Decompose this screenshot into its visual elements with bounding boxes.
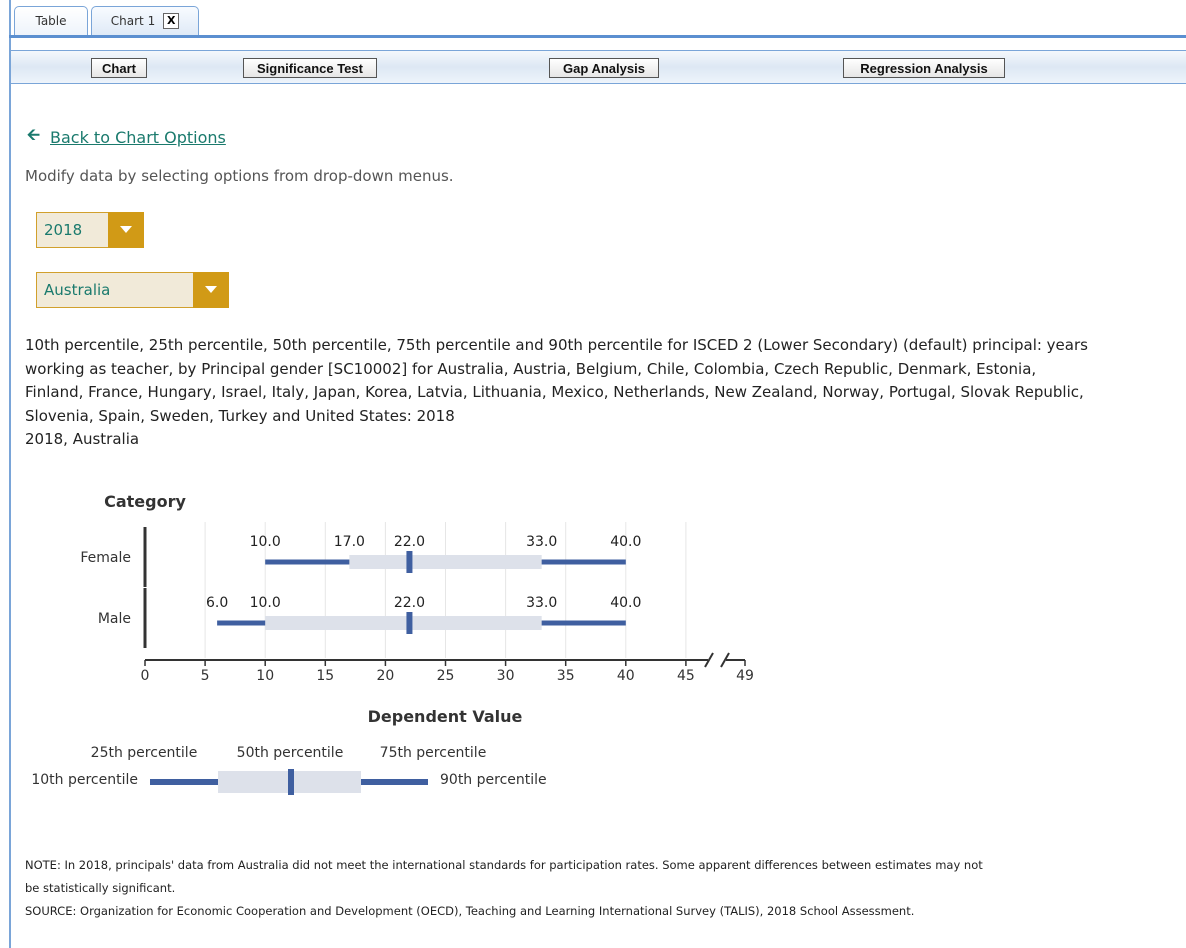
- chart-legend: 25th percentile 50th percentile 75th perce…: [31, 745, 547, 795]
- gap-analysis-button[interactable]: Gap Analysis: [549, 58, 659, 78]
- tab-chart-1[interactable]: Chart 1 X: [91, 6, 199, 35]
- footnotes: NOTE: In 2018, principals' data from Aus…: [25, 854, 985, 923]
- x-tick-label: 30: [497, 668, 515, 684]
- x-axis-title: Dependent Value: [368, 707, 523, 726]
- x-tick-label: 45: [677, 668, 695, 684]
- chart-button[interactable]: Chart: [91, 58, 147, 78]
- description-main: 10th percentile, 25th percentile, 50th p…: [25, 336, 1088, 425]
- data-label: 22.0: [394, 534, 425, 550]
- chevron-down-icon[interactable]: [108, 212, 144, 248]
- source-text: SOURCE: Organization for Economic Cooper…: [25, 904, 915, 918]
- category-label: Male: [98, 611, 131, 627]
- x-axis: 0 5 10 15 20 25 30 35 40 45 49: [141, 652, 754, 684]
- instructions-text: Modify data by selecting options from dr…: [25, 167, 454, 185]
- data-label: 6.0: [206, 595, 228, 611]
- median-mark: [406, 551, 413, 573]
- year-dropdown-value: 2018: [44, 221, 83, 239]
- iqr-box: [265, 616, 542, 630]
- x-tick-label: 5: [201, 668, 210, 684]
- chart-description: 10th percentile, 25th percentile, 50th p…: [25, 334, 1095, 452]
- tab-table[interactable]: Table: [14, 6, 88, 35]
- country-dropdown-value: Australia: [44, 281, 111, 299]
- legend-90th-label: 90th percentile: [440, 772, 547, 788]
- legend-25th-label: 25th percentile: [91, 745, 198, 761]
- y-axis-title: Category: [104, 492, 186, 511]
- x-tick-label: 35: [557, 668, 575, 684]
- x-tick-label: 25: [437, 668, 455, 684]
- x-tick-label: 20: [376, 668, 394, 684]
- significance-test-button[interactable]: Significance Test: [243, 58, 377, 78]
- close-tab-button[interactable]: X: [163, 13, 180, 29]
- data-label: 17.0: [334, 534, 365, 550]
- box-plot-chart: Category Female 10.0 17.0 22.0 33.0 40.0 Male 6…: [31, 492, 754, 795]
- x-tick-label: 10: [256, 668, 274, 684]
- back-to-chart-options-link[interactable]: 🡨 Back to Chart Options: [27, 124, 226, 151]
- data-label: 40.0: [610, 534, 641, 550]
- toolbar: Chart Significance Test Gap Analysis Reg…: [11, 50, 1186, 84]
- data-label: 33.0: [526, 595, 557, 611]
- x-tick-label: 49: [736, 668, 754, 684]
- iqr-box: [349, 555, 542, 569]
- arrow-left-icon: 🡨: [27, 125, 40, 144]
- note-text: NOTE: In 2018, principals' data from Aus…: [25, 858, 983, 895]
- legend-75th-label: 75th percentile: [380, 745, 487, 761]
- data-label: 10.0: [250, 534, 281, 550]
- median-mark: [406, 612, 413, 634]
- x-tick-label: 40: [617, 668, 635, 684]
- tab-table-label: Table: [35, 14, 67, 28]
- x-tick-label: 0: [141, 668, 150, 684]
- year-dropdown[interactable]: 2018: [36, 212, 144, 248]
- data-label: 33.0: [526, 534, 557, 550]
- country-dropdown[interactable]: Australia: [36, 272, 229, 308]
- category-label: Female: [80, 550, 131, 566]
- tab-bar: Table Chart 1 X: [0, 0, 1186, 948]
- legend-median: [288, 769, 294, 795]
- tab-chart-label: Chart 1: [110, 14, 156, 28]
- regression-analysis-button[interactable]: Regression Analysis: [843, 58, 1005, 78]
- tab-underline: [9, 35, 1186, 38]
- legend-50th-label: 50th percentile: [237, 745, 344, 761]
- data-label: 22.0: [394, 595, 425, 611]
- back-link-label: Back to Chart Options: [50, 128, 226, 147]
- chart-rows: Female 10.0 17.0 22.0 33.0 40.0 Male 6.0 10.0 22.…: [80, 527, 641, 648]
- legend-10th-label: 10th percentile: [31, 772, 138, 788]
- x-tick-label: 15: [316, 668, 334, 684]
- data-label: 40.0: [610, 595, 641, 611]
- chevron-down-icon[interactable]: [193, 272, 229, 308]
- data-label: 10.0: [250, 595, 281, 611]
- description-sub: 2018, Australia: [25, 430, 140, 448]
